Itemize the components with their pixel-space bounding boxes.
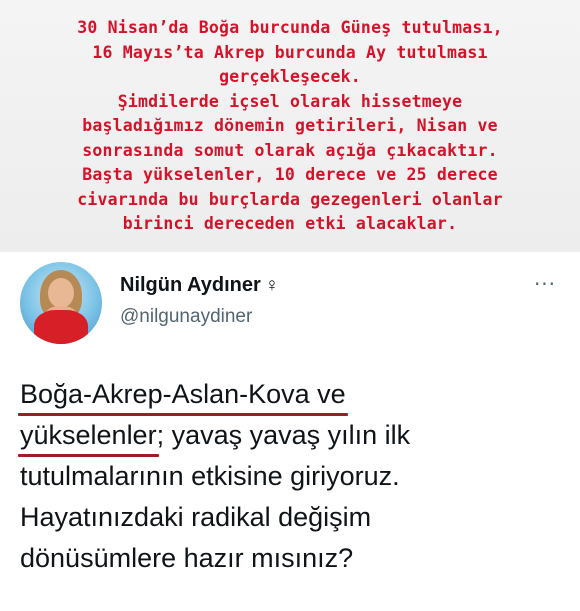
tweet-text: Boğa-Akrep-Aslan-Kova ve yükselenler; ya… bbox=[18, 374, 568, 579]
tweet-line: Boğa-Akrep-Aslan-Kova ve bbox=[18, 374, 568, 416]
avatar-face bbox=[48, 278, 74, 308]
caption-line: 16 Mayıs’ta Akrep burcunda Ay tutulması bbox=[92, 42, 488, 62]
tweet-highlight: yükselenler bbox=[18, 415, 159, 457]
caption-line: sonrasında somut olarak açığa çıkacaktır… bbox=[82, 140, 498, 160]
caption-block: 30 Nisan’da Boğa burcunda Güneş tutulmas… bbox=[0, 0, 580, 252]
avatar[interactable] bbox=[20, 262, 102, 344]
caption-line: gerçekleşecek. bbox=[219, 67, 361, 86]
avatar-dress bbox=[34, 310, 88, 344]
tweet-text-segment: ; yavaş yavaş yılın ilk bbox=[156, 420, 411, 450]
tweet-highlight: Boğa-Akrep-Aslan-Kova ve bbox=[18, 374, 348, 416]
user-name[interactable]: Nilgün Aydıner ♀ bbox=[120, 274, 279, 297]
tweet-line: yükselenler; yavaş yavaş yılın ilk bbox=[18, 415, 568, 457]
caption-line: başladığımız dönemin getirileri, Nisan v… bbox=[82, 116, 498, 135]
more-options-icon[interactable]: ··· bbox=[530, 272, 560, 296]
caption-line: civarında bu burçlarda gezegenleri olanl… bbox=[77, 189, 503, 209]
caption-line: Başta yükselenler, 10 derece ve 25 derec… bbox=[82, 165, 498, 184]
user-handle[interactable]: @nilgunaydiner bbox=[120, 306, 252, 328]
tweet-card: Nilgün Aydıner ♀ @nilgunaydiner ··· Boğa-… bbox=[0, 252, 580, 611]
caption-line: birinci dereceden etki alacaklar. bbox=[122, 214, 458, 233]
tweet-line: tutulmalarının etkisine giriyoruz. bbox=[20, 461, 400, 491]
user-name-text[interactable]: Nilgün Aydıner bbox=[120, 274, 261, 296]
tweet-line: Hayatınızdaki radikal değişim bbox=[20, 502, 372, 532]
caption-line: 30 Nisan’da Boğa burcunda Güneş tutulmas… bbox=[77, 18, 503, 37]
tweet-line: dönüsümlere hazır mısınız? bbox=[20, 543, 354, 573]
caption-line: Şimdilerde içsel olarak hissetmeye bbox=[117, 91, 463, 111]
female-sign-icon: ♀ bbox=[264, 275, 279, 296]
